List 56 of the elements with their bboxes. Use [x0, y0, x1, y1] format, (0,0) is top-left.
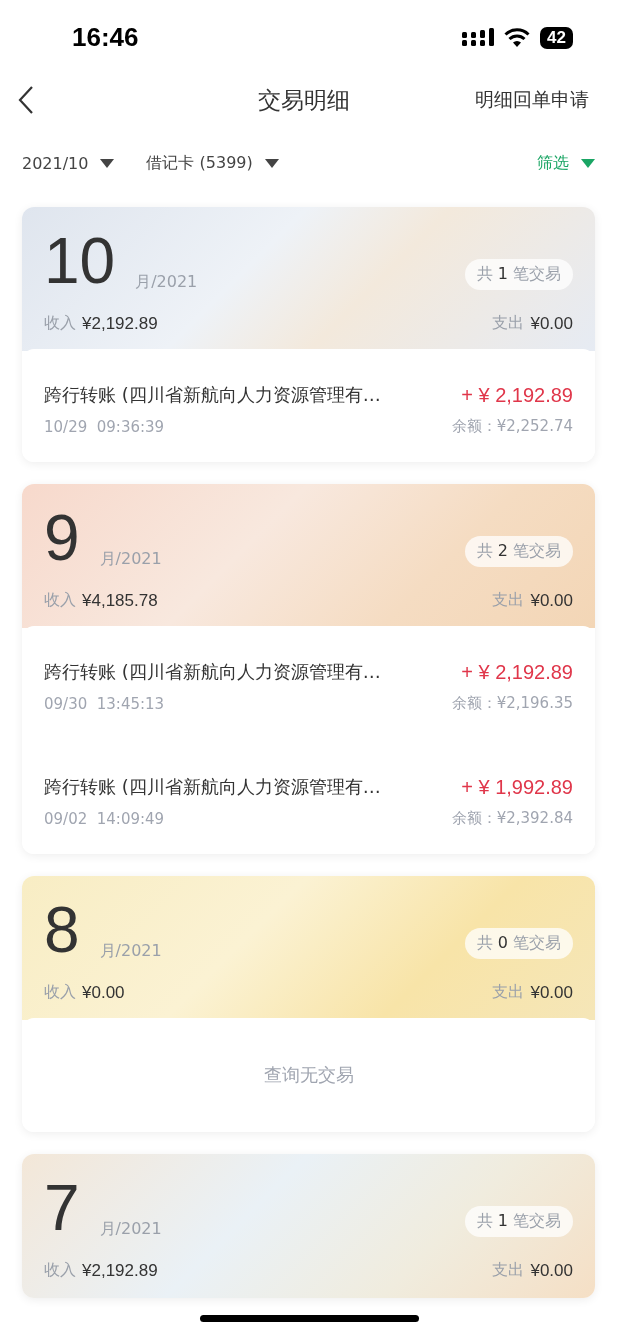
- wifi-icon: [504, 27, 531, 48]
- expense-amount: ¥0.00: [530, 982, 573, 1003]
- transaction-count: 共 2 笔交易: [464, 536, 573, 567]
- transaction-count: 共 0 笔交易: [464, 928, 573, 959]
- signal-icon: [462, 27, 495, 48]
- month-number: 8: [44, 898, 80, 962]
- expense-label: 支出: [492, 590, 525, 611]
- expense-amount: ¥0.00: [530, 590, 573, 611]
- battery-indicator: 42: [540, 26, 573, 49]
- income-label: 收入: [44, 1260, 76, 1281]
- income-label: 收入: [44, 313, 76, 334]
- transaction-amount: + ¥ 2,192.89: [461, 660, 573, 684]
- income-label: 收入: [44, 590, 76, 611]
- income-amount: ¥4,185.78: [82, 590, 158, 611]
- status-time: 16:46: [72, 22, 139, 53]
- dropdown-button[interactable]: 借记卡 (5399): [146, 152, 279, 174]
- back-icon[interactable]: [18, 85, 34, 115]
- expense-label: 支出: [492, 982, 525, 1003]
- month-year: 月/2021: [135, 272, 198, 293]
- transaction-amount: + ¥ 2,192.89: [461, 383, 573, 407]
- dropdown-button[interactable]: 2021/10: [22, 153, 115, 173]
- expense-label: 支出: [492, 1260, 525, 1281]
- month-year: 月/2021: [99, 1219, 162, 1240]
- transaction-row[interactable]: 跨行转账 (四川省新航向人力资源管理有… + ¥ 2,192.89 10/29 09:36:39 余额：¥2,252.74: [22, 349, 595, 462]
- transaction-time: 10/29 09:36:39: [44, 417, 165, 436]
- transaction-description: 跨行转账 (四川省新航向人力资源管理有…: [44, 660, 381, 684]
- transaction-time: 09/02 14:09:49: [44, 809, 165, 828]
- transaction-amount: + ¥ 1,992.89: [461, 775, 573, 799]
- income-amount: ¥2,192.89: [82, 1260, 158, 1281]
- expense-label: 支出: [492, 313, 525, 334]
- transaction-description: 跨行转账 (四川省新航向人力资源管理有…: [44, 383, 381, 407]
- page-title: 交易明细: [257, 85, 350, 115]
- month-number: 9: [44, 506, 80, 570]
- transaction-time: 09/30 13:45:13: [44, 694, 165, 713]
- balance: 余额：¥2,252.74: [451, 417, 573, 436]
- month-year: 月/2021: [99, 941, 162, 962]
- empty-message: 查询无交易: [262, 1063, 355, 1087]
- transaction-row[interactable]: 跨行转账 (四川省新航向人力资源管理有… + ¥ 1,992.89 09/02 14:09:49 余额：¥2,392.84: [22, 739, 595, 854]
- income-amount: ¥2,192.89: [82, 313, 158, 334]
- transaction-row[interactable]: 跨行转账 (四川省新航向人力资源管理有… + ¥ 2,192.89 09/30 13:45:13 余额：¥2,196.35: [22, 626, 595, 739]
- balance: 余额：¥2,196.35: [451, 694, 573, 713]
- transaction-count: 共 1 笔交易: [464, 259, 573, 290]
- month-number: 10: [44, 229, 116, 293]
- month-number: 7: [44, 1176, 80, 1240]
- transaction-description: 跨行转账 (四川省新航向人力资源管理有…: [44, 775, 381, 799]
- transaction-count: 共 1 笔交易: [464, 1206, 573, 1237]
- balance: 余额：¥2,392.84: [451, 809, 573, 828]
- caret-icon: [581, 158, 595, 168]
- caret-icon: [100, 158, 115, 168]
- income-label: 收入: [44, 982, 76, 1003]
- receipt-request-button[interactable]: 明细回单申请: [475, 87, 589, 113]
- income-amount: ¥0.00: [82, 982, 125, 1003]
- caret-icon: [264, 158, 279, 168]
- expense-amount: ¥0.00: [530, 1260, 573, 1281]
- month-year: 月/2021: [99, 549, 162, 570]
- expense-amount: ¥0.00: [530, 313, 573, 334]
